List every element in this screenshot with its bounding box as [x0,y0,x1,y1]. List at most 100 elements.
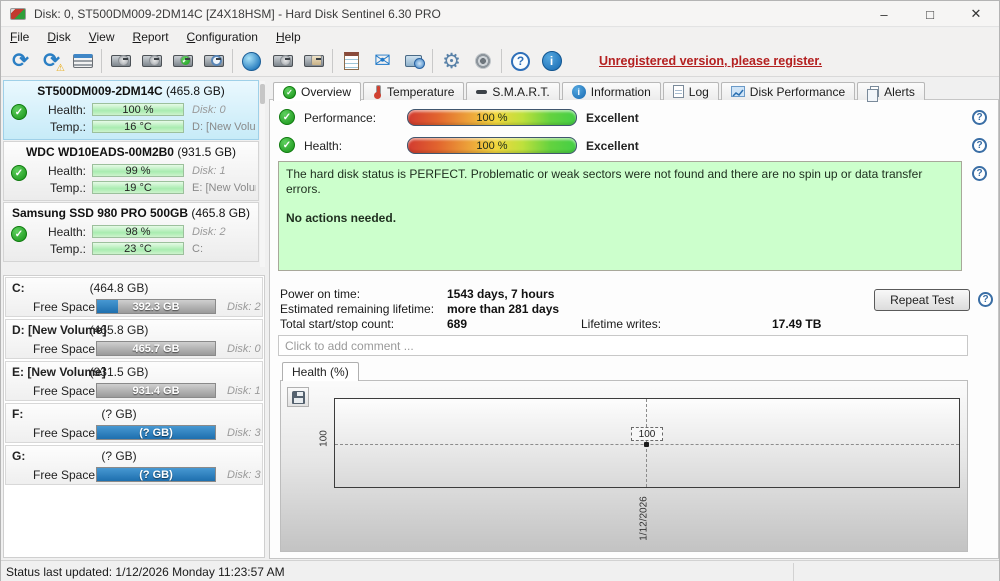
help-icon: ? [511,51,530,71]
tab-alerts[interactable]: Alerts [857,82,925,102]
disk-title: Samsung SSD 980 PRO 500GB (465.8 GB) [4,206,258,220]
sound-settings-button[interactable] [467,47,498,75]
menu-view[interactable]: View [80,29,124,45]
partition-disk: Disk: 2 [227,301,261,313]
performance-label: Performance: [304,111,377,125]
free-space-value: 465.7 GB [132,343,180,355]
close-button[interactable]: ✕ [953,1,999,27]
free-space-bar: (? GB) [96,467,216,482]
temp-label: Temp.: [49,120,86,134]
tab-smart[interactable]: S.M.A.R.T. [466,82,560,100]
lifetime-writes-label: Lifetime writes: [581,317,662,331]
disk-list-scrollbar[interactable] [260,81,265,267]
status-bar: Status last updated: 1/12/2026 Monday 11… [1,560,999,581]
online-status-button[interactable] [236,47,267,75]
power-on-label: Power on time: [280,287,361,301]
overview-check-icon: ✓ [283,85,296,99]
tab-disk-performance[interactable]: Disk Performance [720,82,856,100]
disk-status-textbox: The hard disk status is PERFECT. Problem… [278,161,962,271]
disk-toolbox-icon [303,55,324,67]
power-on-value: 1543 days, 7 hours [447,287,555,301]
maximize-button[interactable]: □ [907,1,953,27]
disk-list: ST500DM009-2DM14C (465.8 GB) ✓ Health: 1… [3,80,259,263]
health-help-icon[interactable]: ? [972,138,987,153]
disk-size: (465.8 GB) [191,206,251,220]
partition-item-c[interactable]: C: (464.8 GB) Free Space 392.3 GB Disk: … [5,277,263,317]
save-chart-button[interactable] [287,387,309,407]
disk-surface-button[interactable] [67,47,98,75]
disk-model: Samsung SSD 980 PRO 500GB [11,206,189,220]
repeat-test-help-icon[interactable]: ? [978,292,993,307]
free-space-bar: 392.3 GB [96,299,216,314]
disk-item-st500dm009[interactable]: ST500DM009-2DM14C (465.8 GB) ✓ Health: 1… [3,80,259,140]
performance-help-icon[interactable]: ? [972,110,987,125]
performance-row: ✓ Performance: 100 % Excellent ? [270,109,998,127]
hard-disk-icon [203,55,224,67]
menu-help[interactable]: Help [267,29,310,45]
status-action-text: No actions needed. [286,211,397,225]
partition-item-f[interactable]: F: (? GB) Free Space (? GB) Disk: 3 [5,403,263,443]
temp-bar: 19 °C [92,181,184,194]
disk-size: (931.5 GB) [177,145,237,159]
partition-disk: Disk: 1 [227,385,261,397]
remaining-lifetime-label: Estimated remaining lifetime: [280,302,435,316]
register-link[interactable]: Unregistered version, please register. [599,54,822,68]
partition-item-d[interactable]: D: [New Volume] (465.8 GB) Free Space 46… [5,319,263,359]
status-bar-text: Status last updated: 1/12/2026 Monday 11… [6,564,285,579]
disk-volume: C: [192,243,203,255]
disk-schedule-button[interactable] [136,47,167,75]
health-bar: 99 % [92,164,184,177]
disk-test-button[interactable]: ✓ [167,47,198,75]
menu-bar: File Disk View Report Configuration Help [1,28,999,46]
about-button[interactable]: i [536,47,567,75]
repeat-test-button[interactable]: Repeat Test [874,289,970,311]
disk-toolbox-button[interactable] [298,47,329,75]
minimize-button[interactable]: – [861,1,907,27]
settings-button[interactable]: ⚙ [436,47,467,75]
menu-configuration[interactable]: Configuration [178,29,267,45]
free-space-value: (? GB) [139,427,173,439]
thermometer-icon [373,84,382,99]
health-chart-tab[interactable]: Health (%) [282,362,359,381]
menu-report[interactable]: Report [124,29,178,45]
temp-bar: 23 °C [92,242,184,255]
reanalyse-button[interactable]: ⟳ ⚠ [36,47,67,75]
disk-item-samsung-ssd-980[interactable]: Samsung SSD 980 PRO 500GB (465.8 GB) ✓ H… [3,202,259,262]
remote-monitor-button[interactable] [398,47,429,75]
refresh-button[interactable]: ⟳ [5,47,36,75]
disk-item-wdc-wd10eads[interactable]: WDC WD10EADS-00M2B0 (931.5 GB) ✓ Health:… [3,141,259,201]
tab-label: Information [590,84,651,99]
floppy-save-icon [291,390,305,404]
tab-information[interactable]: i Information [561,82,661,100]
start-stop-label: Total start/stop count: [280,317,395,331]
tab-label: Overview [301,85,352,99]
disk-select-button[interactable] [105,47,136,75]
health-label: Health: [47,164,86,178]
menu-file[interactable]: File [1,29,38,45]
status-help-icon[interactable]: ? [972,166,987,181]
partition-item-e[interactable]: E: [New Volume] (931.5 GB) Free Space 93… [5,361,263,401]
help-button[interactable]: ? [505,47,536,75]
scrollbar-thumb[interactable] [260,84,265,104]
tab-temperature[interactable]: Temperature [363,82,465,100]
comment-input[interactable] [278,335,968,356]
disk-hardware-button[interactable] [267,47,298,75]
warning-icon: ⚠ [56,63,65,74]
window-title: Disk: 0, ST500DM009-2DM14C [Z4X18HSM] - … [34,6,441,21]
disk-seek-button[interactable] [198,47,229,75]
partition-size: (? GB) [101,407,137,421]
report-button[interactable] [336,47,367,75]
globe-disk-icon [242,51,261,71]
disk-surface-icon [72,54,93,68]
partition-item-g[interactable]: G: (? GB) Free Space (? GB) Disk: 3 [5,445,263,485]
check-badge-icon: ✓ [179,55,191,66]
tab-log[interactable]: Log [662,82,719,100]
toolbar-separator [101,49,102,73]
close-icon: ✕ [970,6,982,21]
send-mail-button[interactable]: ✉ [367,47,398,75]
email-icon: ✉ [374,50,391,72]
menu-disk[interactable]: Disk [38,29,79,45]
hard-disk-sentinel-window: Disk: 0, ST500DM009-2DM14C [Z4X18HSM] - … [0,0,1000,581]
tab-overview[interactable]: ✓ Overview [273,82,362,101]
health-row: ✓ Health: 100 % Excellent ? [270,137,998,155]
